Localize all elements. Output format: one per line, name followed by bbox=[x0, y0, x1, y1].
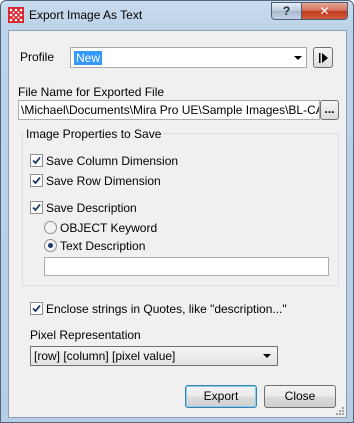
save-description-label[interactable]: Save Description bbox=[46, 201, 137, 215]
save-column-dimension-checkbox[interactable] bbox=[30, 154, 43, 167]
close-icon: ✕ bbox=[319, 4, 330, 18]
title-bar[interactable]: Export Image As Text ? ✕ bbox=[1, 1, 353, 29]
profile-label: Profile bbox=[20, 50, 55, 64]
dialog-body: Profile New File Name for Exported File … bbox=[8, 30, 347, 418]
checkmark-icon bbox=[32, 203, 41, 212]
browse-button[interactable]: ... bbox=[320, 100, 339, 120]
pixel-representation-value: [row] [column] [pixel value] bbox=[34, 349, 176, 363]
checkmark-icon bbox=[32, 176, 41, 185]
object-keyword-radio[interactable] bbox=[44, 221, 57, 234]
file-name-input[interactable]: \Michael\Documents\Mira Pro UE\Sample Im… bbox=[18, 100, 320, 120]
save-column-dimension-label[interactable]: Save Column Dimension bbox=[46, 154, 178, 168]
file-name-label: File Name for Exported File bbox=[18, 85, 165, 99]
save-description-checkbox[interactable] bbox=[30, 201, 43, 214]
pixel-representation-label: Pixel Representation bbox=[30, 328, 141, 342]
close-window-button[interactable]: ✕ bbox=[301, 2, 348, 20]
checkmark-icon bbox=[32, 304, 41, 313]
dialog-window: Export Image As Text ? ✕ Profile New Fil… bbox=[0, 0, 354, 423]
object-keyword-label[interactable]: OBJECT Keyword bbox=[60, 221, 157, 235]
save-row-dimension-checkbox[interactable] bbox=[30, 174, 43, 187]
window-title: Export Image As Text bbox=[29, 8, 143, 22]
checkmark-icon bbox=[32, 156, 41, 165]
chevron-down-icon bbox=[294, 55, 302, 60]
enclose-quotes-label[interactable]: Enclose strings in Quotes, like "descrip… bbox=[46, 302, 287, 316]
chevron-down-icon bbox=[263, 354, 271, 358]
radio-selected-dot bbox=[48, 243, 53, 248]
enclose-quotes-checkbox[interactable] bbox=[30, 302, 43, 315]
close-button[interactable]: Close bbox=[264, 385, 336, 408]
image-properties-title: Image Properties to Save bbox=[24, 127, 164, 141]
description-input[interactable] bbox=[44, 257, 329, 276]
resize-grip-icon[interactable] bbox=[334, 405, 344, 415]
text-description-label[interactable]: Text Description bbox=[60, 239, 145, 253]
app-logo-icon bbox=[8, 7, 24, 23]
pixel-representation-dropdown[interactable]: [row] [column] [pixel value] bbox=[30, 346, 278, 366]
play-arrow-icon bbox=[319, 53, 328, 63]
text-description-radio[interactable] bbox=[44, 239, 57, 252]
profile-dropdown[interactable]: New bbox=[70, 47, 307, 68]
export-button[interactable]: Export bbox=[185, 385, 257, 408]
profile-value: New bbox=[74, 51, 103, 65]
help-icon: ? bbox=[282, 4, 291, 18]
save-row-dimension-label[interactable]: Save Row Dimension bbox=[46, 174, 161, 188]
help-button[interactable]: ? bbox=[271, 2, 302, 20]
profile-menu-button[interactable] bbox=[313, 47, 333, 68]
browse-label: ... bbox=[324, 102, 335, 116]
